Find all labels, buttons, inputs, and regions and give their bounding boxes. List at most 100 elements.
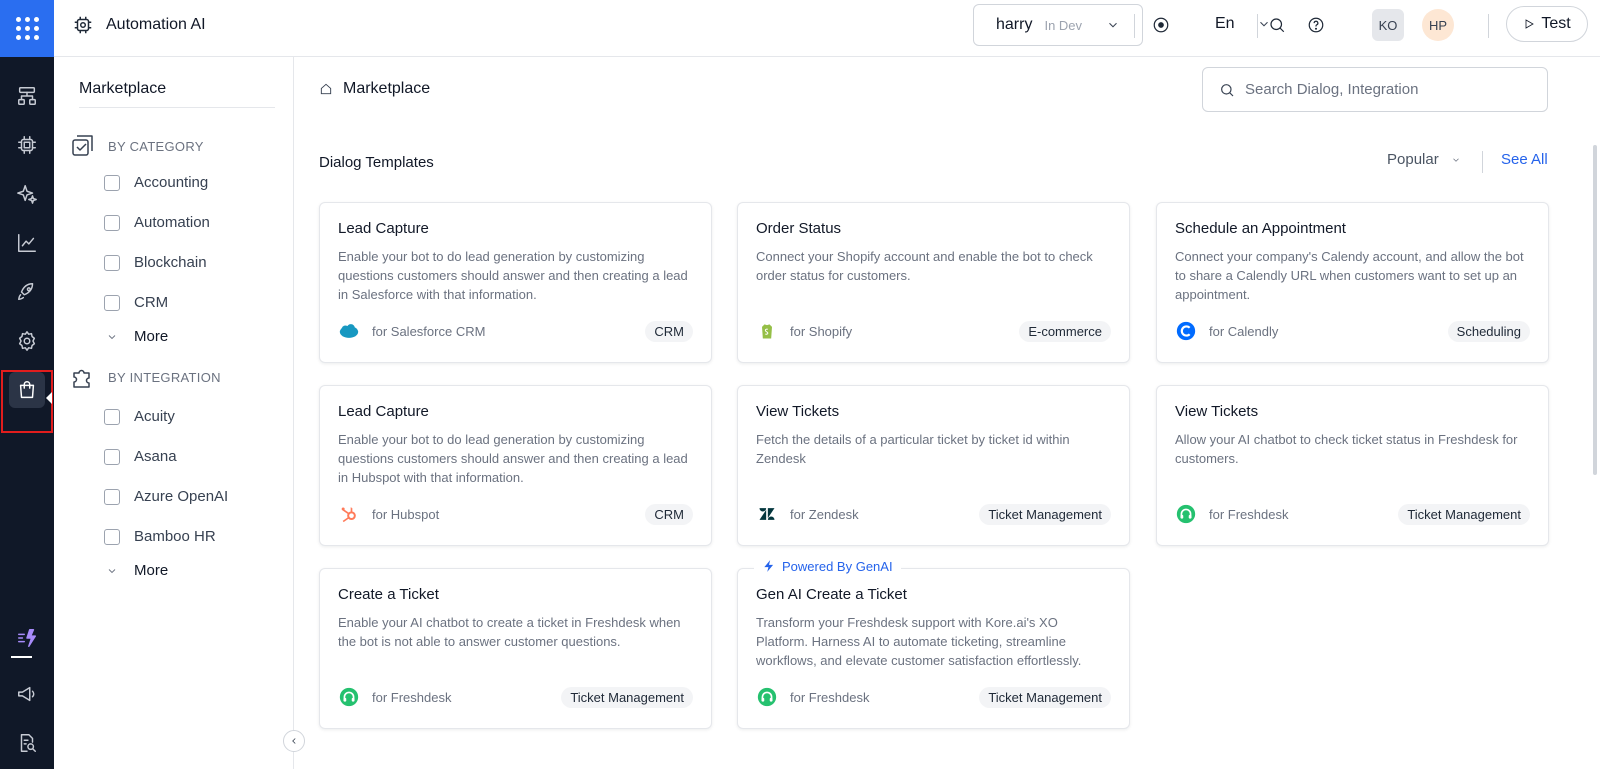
category-crm[interactable]: CRM [104,294,168,311]
card-title: Create a Ticket [338,586,439,603]
rail-settings-icon[interactable] [9,323,45,359]
divider [1482,151,1483,173]
provider-label: for Calendly [1209,323,1279,339]
checkbox[interactable] [104,408,120,425]
card-footer: for Freshdesk Ticket Management [756,686,1111,710]
card-tag: Ticket Management [561,687,693,708]
template-card[interactable]: Schedule an Appointment Connect your com… [1156,202,1549,363]
divider [1257,14,1258,38]
card-title: Schedule an Appointment [1175,220,1346,237]
category-blockchain[interactable]: Blockchain [104,254,207,271]
search-input[interactable] [1245,81,1535,98]
card-provider: for Hubspot [338,503,439,525]
card-description: Enable your AI chatbot to create a ticke… [338,615,681,649]
puzzle-icon [73,369,90,388]
divider [1134,14,1135,38]
main-content: Marketplace Dialog Templates Popular See… [295,57,1600,769]
checkbox[interactable] [104,254,120,271]
left-rail [0,0,54,769]
rail-announcements-icon[interactable] [9,676,45,712]
checkbox-label: Accounting [134,174,209,191]
sort-select[interactable]: Popular [1387,151,1461,168]
more-label: More [134,328,169,345]
rail-deploy-icon[interactable] [9,274,45,310]
rail-sparkles-icon[interactable] [9,176,45,212]
zendesk-logo-icon [756,503,778,525]
category-more-button[interactable]: More [106,328,168,345]
home-icon[interactable] [319,82,333,96]
card-title: Order Status [756,220,842,237]
environment-name: harry [996,16,1033,33]
card-title: Lead Capture [338,403,429,420]
see-all-link[interactable]: See All [1501,151,1548,168]
provider-label: for Freshdesk [790,689,870,705]
salesforce-logo-icon [338,320,360,342]
integration-bamboo-hr[interactable]: Bamboo HR [104,528,216,545]
rail-flows-icon[interactable] [9,78,45,114]
card-tag: Ticket Management [979,687,1111,708]
template-card[interactable]: View Tickets Fetch the details of a part… [737,385,1130,546]
checkbox[interactable] [104,174,120,191]
rail-automation-icon[interactable] [9,127,45,163]
app-title: Automation AI [106,16,206,33]
freshdesk-logo-icon [1175,503,1197,525]
card-provider: for Freshdesk [756,686,869,708]
checkbox[interactable] [104,214,120,231]
checkbox[interactable] [104,294,120,311]
card-tag: Scheduling [1447,321,1530,342]
marketplace-search[interactable] [1202,67,1548,112]
genai-badge-label: Powered By GenAI [782,558,893,574]
integration-acuity[interactable]: Acuity [104,408,175,425]
shopify-logo-icon [756,320,778,342]
integration-more-button[interactable]: More [106,562,168,579]
template-card[interactable]: Lead Capture Enable your bot to do lead … [319,385,712,546]
scrollbar[interactable] [1593,145,1597,475]
card-title: Lead Capture [338,220,429,237]
template-card[interactable]: Order Status Connect your Shopify accoun… [737,202,1130,363]
rail-docs-search-icon[interactable] [9,725,45,761]
card-provider: for Freshdesk [338,686,451,708]
automation-chip-icon [74,16,92,34]
environment-select[interactable]: harry In Dev [973,4,1143,46]
chevron-down-icon [1109,22,1117,28]
top-bar: Automation AI harry In Dev En KO HP Test [54,0,1600,57]
template-card[interactable]: Create a Ticket Enable your AI chatbot t… [319,568,712,729]
template-card[interactable]: View Tickets Allow your AI chatbot to ch… [1156,385,1549,546]
record-icon[interactable] [1151,15,1171,35]
card-provider: for Shopify [756,320,852,342]
category-automation[interactable]: Automation [104,214,210,231]
card-tag: Ticket Management [1398,504,1530,525]
checkbox-label: Asana [134,448,177,465]
rail-analytics-icon[interactable] [9,225,45,261]
app-launcher-button[interactable] [0,0,54,57]
checkbox-label: Blockchain [134,254,207,271]
avatar-ko[interactable]: KO [1372,9,1404,41]
checkbox[interactable] [104,448,120,465]
card-footer: for Salesforce CRM CRM [338,320,693,344]
rail-genai-icon[interactable] [9,620,45,656]
checkbox[interactable] [104,488,120,505]
category-accounting[interactable]: Accounting [104,174,208,191]
card-title: Gen AI Create a Ticket [756,586,907,603]
checkbox[interactable] [104,528,120,545]
integration-asana[interactable]: Asana [104,448,177,465]
search-icon [1221,83,1234,96]
checkbox-label: Acuity [134,408,175,425]
provider-label: for Zendesk [790,506,859,522]
template-card[interactable]: Lead Capture Enable your bot to do lead … [319,202,712,363]
by-integration-label: BY INTEGRATION [108,369,221,385]
search-icon[interactable] [1267,15,1287,35]
card-provider: for Zendesk [756,503,859,525]
freshdesk-logo-icon [338,686,360,708]
avatar-hp[interactable]: HP [1422,9,1454,41]
integration-azure-openai[interactable]: Azure OpenAI [104,488,228,505]
test-button[interactable]: Test [1506,6,1588,42]
provider-label: for Salesforce CRM [372,323,486,339]
card-footer: for Hubspot CRM [338,503,693,527]
help-icon[interactable] [1306,15,1326,35]
test-button-label: Test [1541,15,1571,32]
card-footer: for Zendesk Ticket Management [756,503,1111,527]
language-select[interactable]: En [1215,15,1271,33]
checkbox-label: Automation [134,214,210,231]
template-card[interactable]: Powered By GenAI Gen AI Create a Ticket … [737,555,1130,729]
